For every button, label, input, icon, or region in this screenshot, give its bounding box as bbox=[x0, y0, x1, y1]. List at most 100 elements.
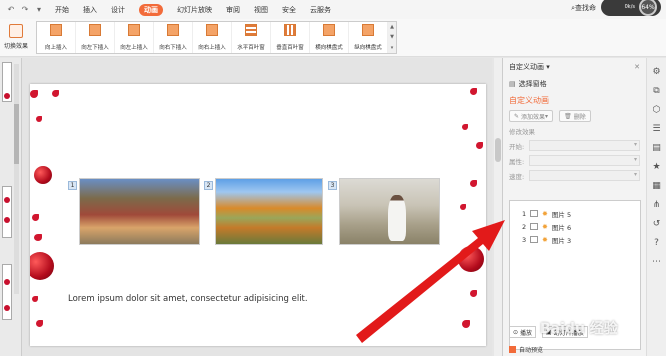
animation-number-1: 1 bbox=[68, 181, 77, 190]
tab-view[interactable]: 视图 bbox=[254, 5, 268, 15]
tab-home[interactable]: 开始 bbox=[55, 5, 69, 15]
gallery-item-up-insert[interactable]: 向上插入 bbox=[37, 22, 76, 53]
redo-icon[interactable]: ↷ bbox=[20, 5, 30, 15]
gallery-scroll[interactable]: ▲ ▼ ▾ bbox=[388, 22, 396, 53]
petal-decoration bbox=[470, 88, 477, 95]
add-effect-button[interactable]: ✎ 添加效果 ▾ bbox=[509, 110, 554, 122]
animation-item-number: 1 bbox=[522, 209, 527, 218]
history-icon[interactable]: ↺ bbox=[651, 218, 663, 230]
effect-buttons: ✎ 添加效果 ▾ 🗑 删除 bbox=[503, 108, 646, 124]
animation-item[interactable]: 3 ✸ 图片 3 bbox=[510, 233, 640, 246]
gallery-item-left-down-insert[interactable]: 向左下插入 bbox=[76, 22, 115, 53]
picture-autumn-lake[interactable] bbox=[215, 178, 323, 245]
settings-icon[interactable]: ⚙ bbox=[651, 66, 663, 78]
rose-decoration bbox=[34, 166, 52, 184]
picture-street-cafe[interactable] bbox=[79, 178, 200, 245]
gallery-item-horizontal-blinds[interactable]: 水平百叶窗 bbox=[232, 22, 271, 53]
tab-animation[interactable]: 动画 bbox=[139, 3, 163, 16]
gallery-item-right-down-insert[interactable]: 向右下插入 bbox=[154, 22, 193, 53]
canvas-scrollbar[interactable] bbox=[494, 58, 502, 356]
panel-title-text: 自定义动画 bbox=[509, 63, 544, 71]
chevron-up-icon[interactable]: ▲ bbox=[390, 24, 394, 30]
left-up-insert-icon bbox=[128, 24, 140, 36]
play-button[interactable]: ⊙ 播放 bbox=[509, 326, 537, 338]
adjust-icon[interactable]: ☰ bbox=[651, 123, 663, 135]
expand-icon[interactable]: ▾ bbox=[391, 45, 394, 51]
property-field: 属性: bbox=[503, 153, 646, 168]
petal-decoration bbox=[470, 290, 477, 297]
petal-decoration bbox=[30, 90, 38, 98]
rose-decoration bbox=[4, 197, 10, 203]
property-label: 属性: bbox=[509, 157, 525, 166]
scrollbar-thumb[interactable] bbox=[14, 104, 19, 164]
auto-preview-label: 自动预览 bbox=[519, 347, 544, 354]
cpu-percent: 64% bbox=[639, 0, 657, 16]
switch-effect-icon bbox=[9, 24, 23, 38]
property-select[interactable] bbox=[529, 155, 640, 166]
checkbox-checked-icon bbox=[509, 346, 516, 353]
more-icon[interactable]: ⋯ bbox=[651, 256, 663, 268]
shape-icon[interactable]: ⬡ bbox=[651, 104, 663, 116]
slide-thumbnail[interactable] bbox=[2, 62, 12, 102]
dropdown-icon[interactable]: ▾ bbox=[34, 5, 44, 15]
rose-decoration bbox=[4, 279, 10, 285]
scrollbar-thumb[interactable] bbox=[495, 138, 501, 162]
start-select[interactable] bbox=[529, 140, 640, 151]
undo-icon[interactable]: ↶ bbox=[6, 5, 16, 15]
menu-bar: ↶ ↷ ▾ 开始 插入 设计 动画 幻灯片放映 审阅 视图 安全 云服务 ⌕ 查… bbox=[0, 0, 666, 19]
help-icon[interactable]: ? bbox=[651, 237, 663, 249]
tab-cloud[interactable]: 云服务 bbox=[310, 5, 331, 15]
tab-review[interactable]: 审阅 bbox=[226, 5, 240, 15]
slide[interactable]: 1 2 3 Lorem ipsum dolor sit amet, consec… bbox=[30, 84, 486, 346]
tab-security[interactable]: 安全 bbox=[282, 5, 296, 15]
copy-icon[interactable]: ⧉ bbox=[651, 85, 663, 97]
right-up-insert-icon bbox=[206, 24, 218, 36]
vertical-blinds-icon bbox=[284, 24, 296, 36]
ribbon: 切换效果 向上插入 向左下插入 向左上插入 向右下插入 向右上插入 水平百叶窗 … bbox=[0, 19, 666, 57]
network-badge: 0k/s 64% bbox=[601, 0, 661, 16]
select-pane-link[interactable]: ▤ 选择窗格 bbox=[503, 76, 646, 92]
petal-decoration bbox=[32, 296, 38, 302]
slides-icon[interactable]: ▦ bbox=[651, 180, 663, 192]
gallery-item-vertical-checker[interactable]: 纵向棋盘式 bbox=[349, 22, 388, 53]
auto-preview-checkbox[interactable]: 自动预览 bbox=[509, 345, 543, 354]
star-icon[interactable]: ★ bbox=[651, 161, 663, 173]
search-command[interactable]: ⌕ 查找命 bbox=[571, 3, 596, 13]
effect-star-icon: ✸ bbox=[542, 235, 548, 244]
thumbnail-scrollbar[interactable] bbox=[14, 64, 19, 294]
animation-item[interactable]: 1 ✸ 图片 5 bbox=[510, 207, 640, 220]
animation-gallery: 向上插入 向左下插入 向左上插入 向右下插入 向右上插入 水平百叶窗 垂直百叶窗… bbox=[36, 21, 397, 54]
pencil-icon: ✎ bbox=[514, 112, 520, 120]
tab-design[interactable]: 设计 bbox=[111, 5, 125, 15]
play-icon: ⊙ bbox=[513, 328, 519, 336]
switch-effect-button[interactable]: 切换效果 bbox=[2, 19, 30, 55]
gallery-item-left-up-insert[interactable]: 向左上插入 bbox=[115, 22, 154, 53]
speed-select[interactable] bbox=[529, 170, 640, 181]
mouse-click-icon bbox=[530, 210, 538, 217]
slide-body-text[interactable]: Lorem ipsum dolor sit amet, consectetur … bbox=[68, 294, 308, 304]
tab-insert[interactable]: 插入 bbox=[83, 5, 97, 15]
share-icon[interactable]: ⋔ bbox=[651, 199, 663, 211]
gallery-label: 向上插入 bbox=[44, 45, 67, 51]
horizontal-blinds-icon bbox=[245, 24, 257, 36]
gallery-item-right-up-insert[interactable]: 向右上插入 bbox=[193, 22, 232, 53]
animation-number-2: 2 bbox=[204, 181, 213, 190]
petal-decoration bbox=[32, 214, 39, 221]
gallery-item-vertical-blinds[interactable]: 垂直百叶窗 bbox=[271, 22, 310, 53]
document-icon[interactable]: ▤ bbox=[651, 142, 663, 154]
panel-title[interactable]: 自定义动画 ▾ bbox=[509, 62, 550, 72]
gallery-item-horizontal-checker[interactable]: 横向棋盘式 bbox=[310, 22, 349, 53]
tab-slideshow[interactable]: 幻灯片放映 bbox=[177, 5, 212, 15]
slide-thumbnail[interactable] bbox=[2, 186, 12, 238]
animation-item[interactable]: 2 ✸ 图片 6 bbox=[510, 220, 640, 233]
chevron-down-icon[interactable]: ▼ bbox=[390, 34, 394, 40]
effect-star-icon: ✸ bbox=[542, 209, 548, 218]
picture-bride[interactable] bbox=[339, 178, 440, 245]
delete-button[interactable]: 🗑 删除 bbox=[559, 110, 591, 122]
animation-item-label: 图片 6 bbox=[551, 223, 572, 232]
play-label: 播放 bbox=[520, 329, 533, 337]
gallery-label: 垂直百叶窗 bbox=[276, 45, 304, 51]
slide-thumbnail[interactable] bbox=[2, 264, 12, 320]
close-icon[interactable]: ✕ bbox=[634, 63, 640, 71]
select-pane-icon: ▤ bbox=[509, 80, 516, 88]
